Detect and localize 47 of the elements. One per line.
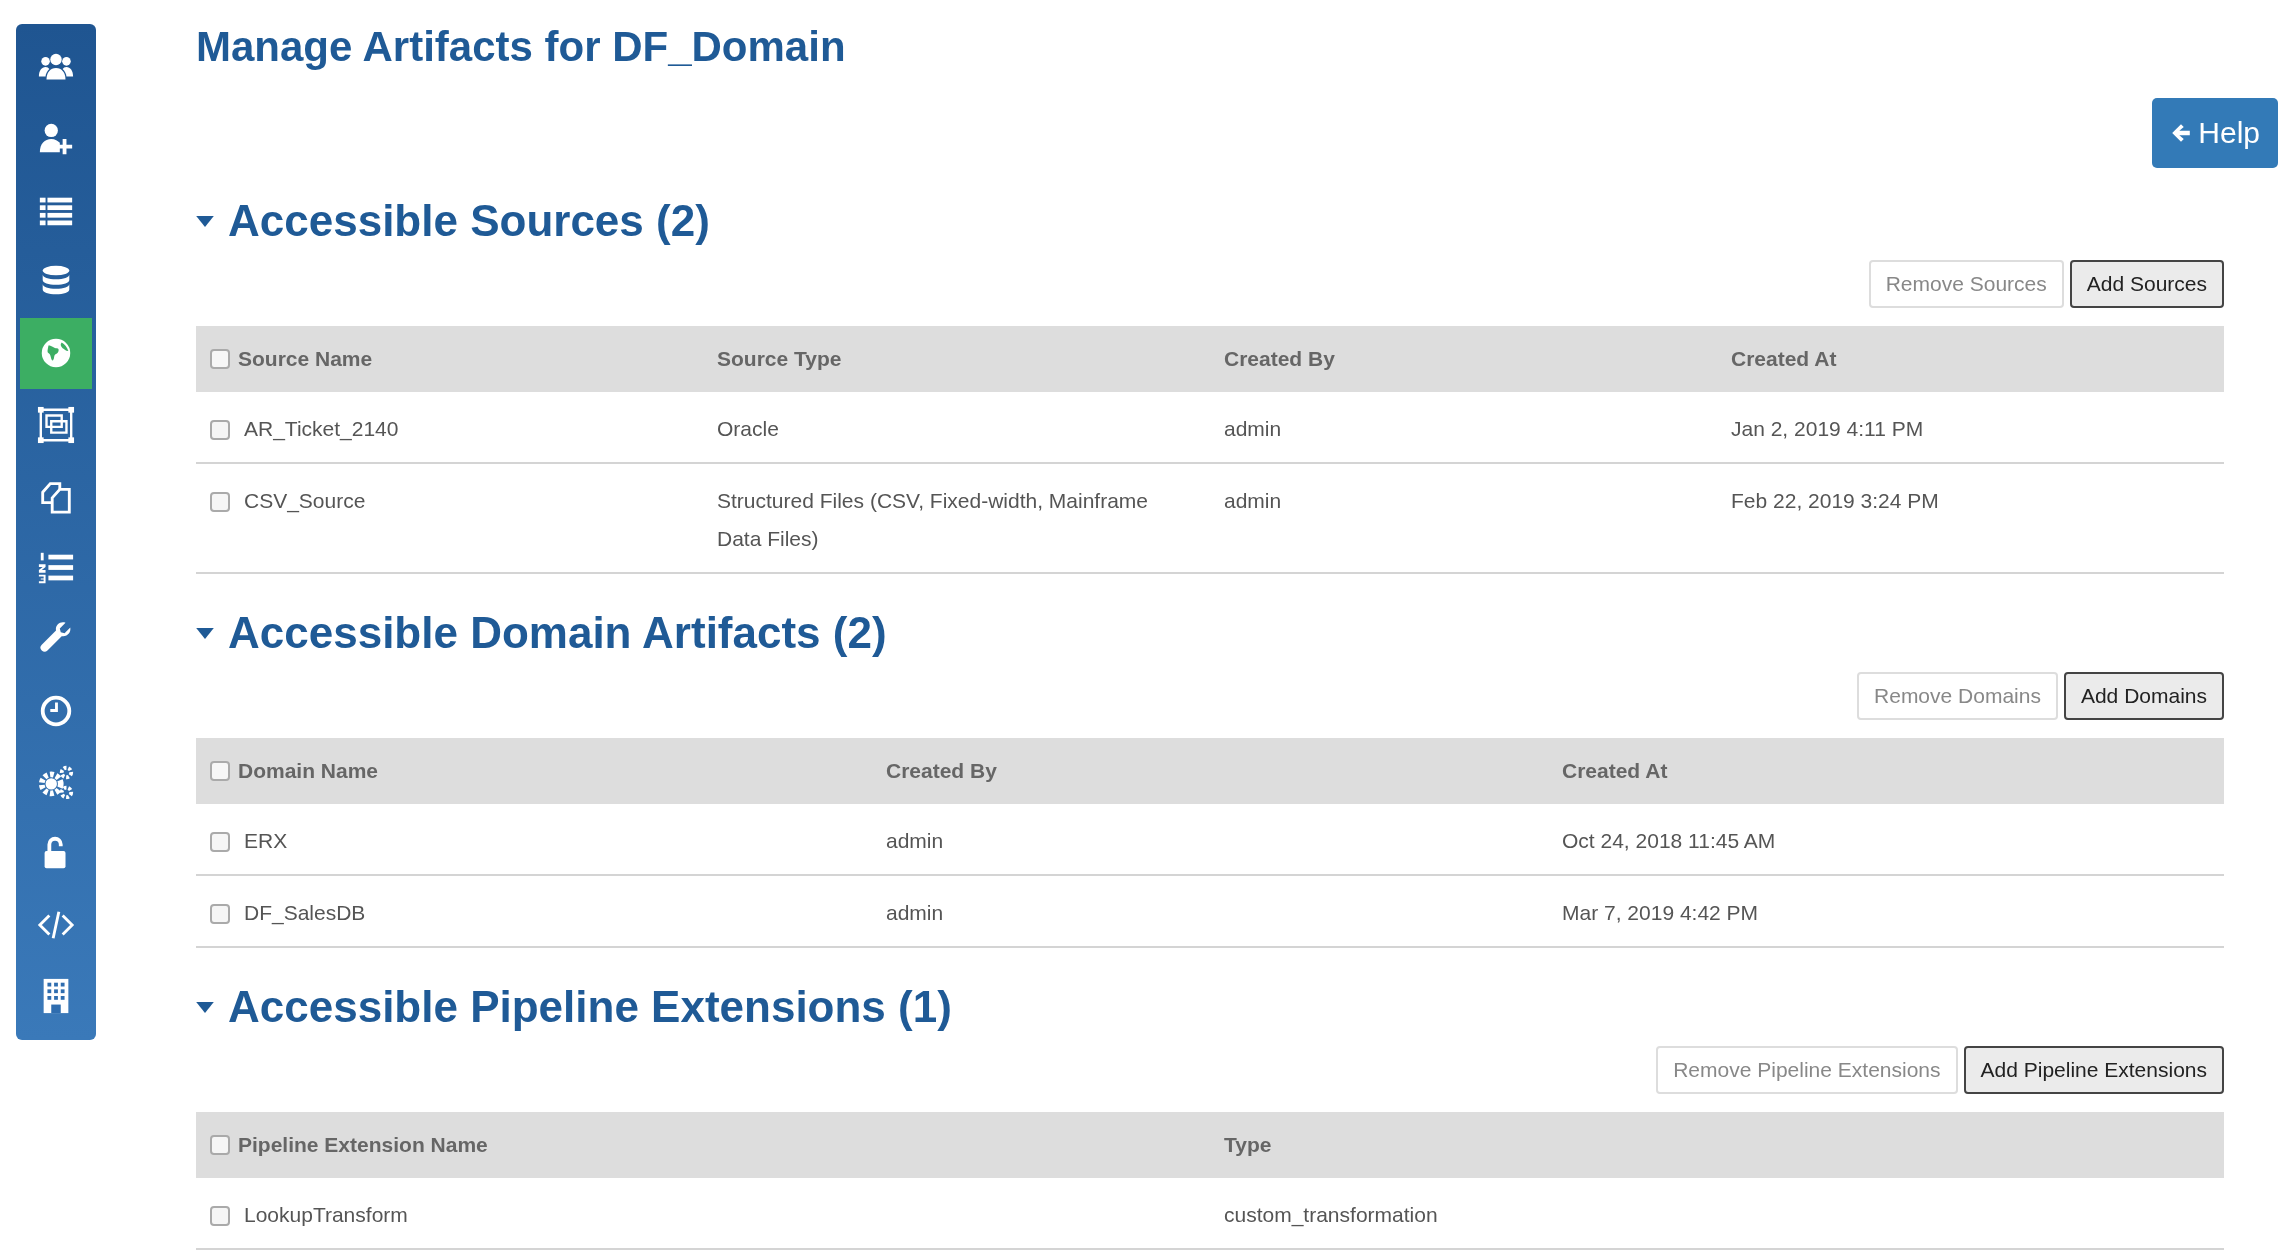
table-cell-text: Oracle [717,416,779,442]
row-checkbox[interactable] [210,420,230,440]
row-checkbox[interactable] [210,1206,230,1226]
table-cell-text: Jan 2, 2019 4:11 PM [1731,416,1924,442]
column-header: Created At [1731,347,1837,371]
frames-icon [37,405,75,444]
row-checkbox[interactable] [210,904,230,924]
sidebar-button[interactable] [20,317,92,390]
table-cell-text: DF_SalesDB [244,900,366,927]
table-cell-text: admin [1224,488,1282,514]
table-cell-text: Oct 24, 2018 11:45 AM [1562,828,1776,854]
table-cell-text: Structured Files (CSV, Fixed-width, Mainframe Data Files) [717,488,1150,552]
column-header: Domain Name [238,759,379,783]
select-all-checkbox[interactable] [210,761,230,781]
table-cell-text: CSV_Source [244,488,366,515]
row-checkbox[interactable] [210,492,230,512]
select-all-checkbox[interactable] [210,1135,230,1155]
table-cell-text: admin [1224,416,1282,442]
section-heading: Accessible Domain Artifacts (2) [228,607,887,659]
column-header: Source Type [717,347,842,371]
column-header: Created By [886,759,997,783]
caret-icon[interactable] [196,1001,214,1013]
page-title: Manage Artifacts for DF_Domain [196,22,847,72]
select-all-checkbox[interactable] [210,349,230,369]
help-button[interactable]: Help [2152,98,2278,168]
column-header: Created At [1562,759,1668,783]
table-cell-text: admin [886,828,944,854]
arrow-left-icon [2170,122,2193,144]
column-header: Source Name [238,347,373,371]
row-checkbox[interactable] [210,832,230,852]
caret-icon[interactable] [196,215,214,227]
caret-icon[interactable] [196,627,214,639]
column-header: Pipeline Extension Name [238,1133,488,1157]
add-button[interactable]: Add Sources [2069,260,2224,308]
add-button[interactable]: Add Pipeline Extensions [1963,1046,2224,1094]
table-cell-text: admin [886,900,944,926]
section-heading: Accessible Pipeline Extensions (1) [228,981,952,1033]
table-cell-text: LookupTransform [244,1202,408,1228]
table-cell-text: Mar 7, 2019 4:42 PM [1562,900,1759,926]
table-cell-text: custom_transformation [1224,1202,1438,1229]
column-header: Created By [1224,347,1335,371]
column-header: Type [1224,1133,1272,1157]
table-cell-text: AR_Ticket_2140 [244,416,399,443]
table-cell-text: ERX [244,828,288,854]
table-cell-text: Feb 22, 2019 3:24 PM [1731,488,1939,514]
add-button[interactable]: Add Domains [2063,672,2224,720]
section-heading: Accessible Sources (2) [228,195,710,247]
